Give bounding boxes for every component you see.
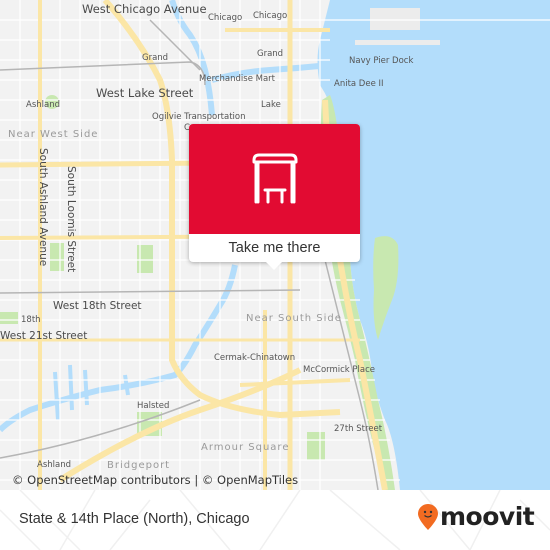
label-chicago: Chicago bbox=[253, 11, 288, 21]
take-me-there-button[interactable]: Take me there bbox=[189, 234, 360, 262]
label-ashland: Ashland bbox=[26, 100, 60, 110]
label-grand: Grand bbox=[142, 53, 169, 63]
label-chicago: Chicago bbox=[208, 13, 243, 23]
label-27th-street: 27th Street bbox=[334, 424, 383, 434]
park bbox=[50, 243, 64, 271]
moovit-wordmark: moovit bbox=[440, 502, 535, 531]
label-grand: Grand bbox=[257, 49, 284, 59]
stop-name: State & 14th Place (North), Chicago bbox=[19, 511, 250, 527]
label-west-18th-street: West 18th Street bbox=[53, 300, 142, 312]
label-18th: 18th bbox=[21, 315, 41, 325]
label-armour-square: Armour Square bbox=[201, 442, 290, 453]
pier-structure bbox=[370, 8, 420, 30]
label-south-ashland-avenue: South Ashland Avenue bbox=[37, 148, 49, 267]
moovit-logo[interactable]: moovit bbox=[418, 502, 535, 531]
label-halsted: Halsted bbox=[137, 401, 170, 411]
park bbox=[307, 432, 325, 460]
label-south-loomis-street: South Loomis Street bbox=[65, 166, 77, 273]
label-ashland: Ashland bbox=[37, 460, 71, 470]
label-west-lake-street: West Lake Street bbox=[96, 86, 194, 100]
label-west-21st-street: West 21st Street bbox=[0, 330, 88, 342]
moovit-pin-icon bbox=[418, 503, 438, 530]
popup-pointer bbox=[266, 262, 282, 270]
footer-bar: State & 14th Place (North), Chicago moov… bbox=[0, 490, 550, 550]
stop-popup[interactable]: Take me there bbox=[189, 124, 360, 270]
bus-stop-shelter-icon bbox=[252, 153, 297, 204]
label-ogilvie-transportation: Ogilvie Transportation bbox=[152, 112, 246, 122]
park bbox=[0, 312, 18, 324]
label-lake: Lake bbox=[261, 100, 281, 110]
label-bridgeport: Bridgeport bbox=[107, 460, 171, 471]
label-mccormick-place: McCormick Place bbox=[303, 365, 376, 375]
label-near-west-side: Near West Side bbox=[8, 129, 99, 140]
label-anita-dee-ii: Anita Dee II bbox=[334, 79, 384, 89]
label-near-south-side: Near South Side bbox=[246, 313, 342, 324]
label-west-chicago-avenue: West Chicago Avenue bbox=[82, 2, 207, 16]
label-merchandise-mart: Merchandise Mart bbox=[199, 74, 276, 84]
label-navy-pier-dock: Navy Pier Dock bbox=[349, 56, 414, 66]
map-view[interactable]: West Chicago Avenue Chicago Chicago Gran… bbox=[0, 0, 550, 490]
map-attribution[interactable]: © OpenStreetMap contributors | © OpenMap… bbox=[12, 473, 298, 487]
popup-header bbox=[189, 124, 360, 234]
navy-pier bbox=[355, 40, 440, 45]
label-cermak-chinatown: Cermak-Chinatown bbox=[214, 353, 296, 363]
